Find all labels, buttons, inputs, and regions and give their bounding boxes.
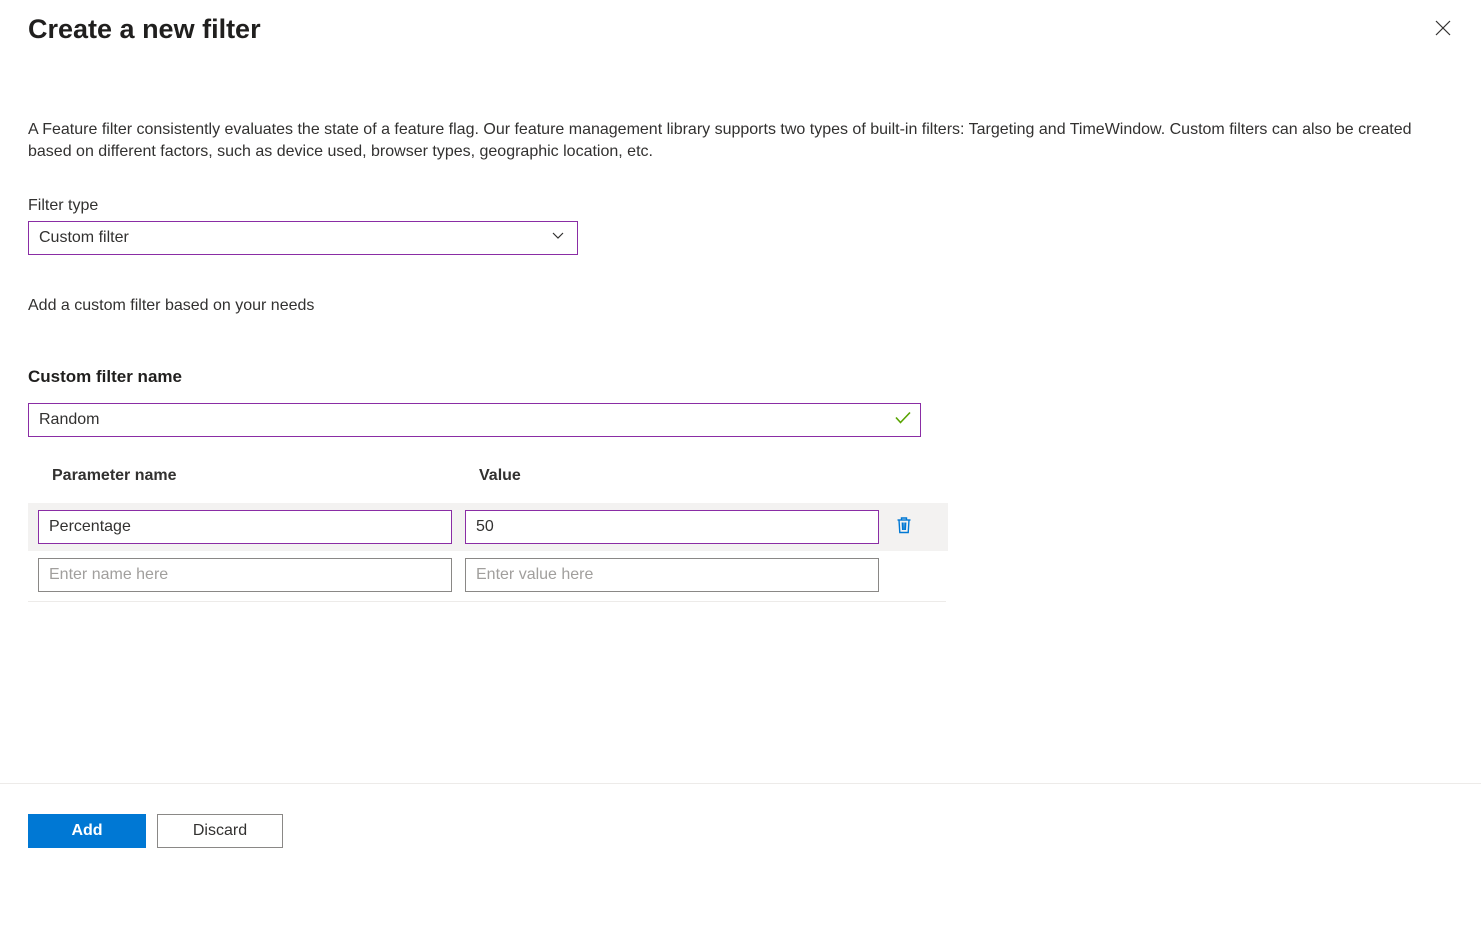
delete-parameter-button[interactable]: [892, 512, 916, 543]
filter-type-select[interactable]: Custom filter: [28, 221, 578, 255]
helper-text: Add a custom filter based on your needs: [28, 297, 1453, 315]
add-button[interactable]: Add: [28, 814, 146, 848]
filter-type-label: Filter type: [28, 197, 1453, 215]
parameter-value-input[interactable]: [465, 510, 879, 544]
description-text: A Feature filter consistently evaluates …: [28, 119, 1453, 163]
parameters-table: Parameter name Value: [28, 467, 948, 602]
close-icon: [1435, 23, 1451, 40]
parameter-row-empty: [28, 551, 948, 599]
column-header-name: Parameter name: [52, 467, 479, 485]
parameter-row: [28, 503, 948, 551]
parameter-name-input[interactable]: [38, 510, 452, 544]
discard-button[interactable]: Discard: [157, 814, 283, 848]
parameter-value-input-empty[interactable]: [465, 558, 879, 592]
trash-icon: [896, 516, 912, 539]
filter-type-value: Custom filter: [39, 229, 129, 247]
page-title: Create a new filter: [28, 14, 261, 45]
close-button[interactable]: [1429, 14, 1457, 47]
custom-filter-name-input[interactable]: [28, 403, 921, 437]
parameter-name-input-empty[interactable]: [38, 558, 452, 592]
check-icon: [895, 411, 911, 430]
custom-filter-name-label: Custom filter name: [28, 367, 1453, 387]
column-header-value: Value: [479, 467, 893, 485]
divider: [28, 601, 946, 602]
